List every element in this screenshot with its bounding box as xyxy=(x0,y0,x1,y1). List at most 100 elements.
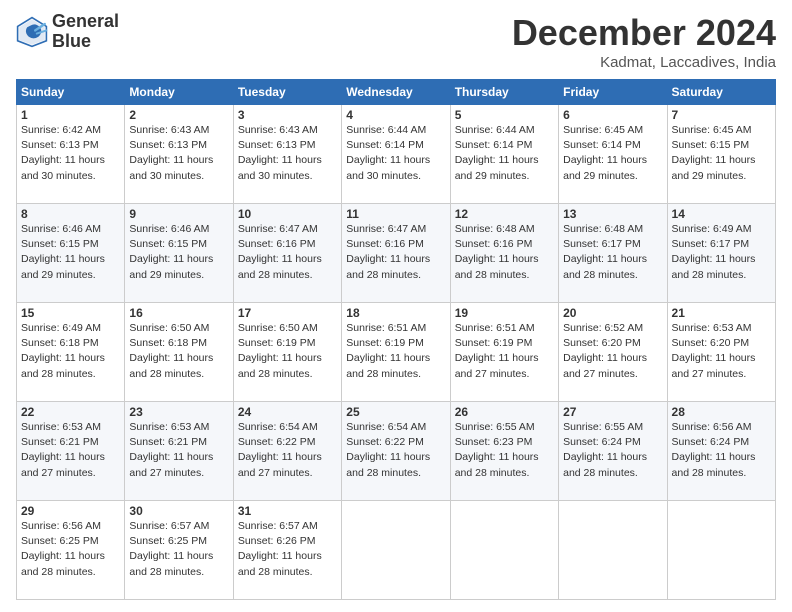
day-info: Sunrise: 6:55 AMSunset: 6:23 PMDaylight:… xyxy=(455,420,554,481)
day-info: Sunrise: 6:53 AMSunset: 6:21 PMDaylight:… xyxy=(129,420,228,481)
day-info: Sunrise: 6:48 AMSunset: 6:17 PMDaylight:… xyxy=(563,222,662,283)
calendar-cell xyxy=(342,501,450,600)
day-number: 31 xyxy=(238,504,337,518)
day-info: Sunrise: 6:47 AMSunset: 6:16 PMDaylight:… xyxy=(238,222,337,283)
day-info: Sunrise: 6:45 AMSunset: 6:15 PMDaylight:… xyxy=(672,123,771,184)
calendar-cell: 27Sunrise: 6:55 AMSunset: 6:24 PMDayligh… xyxy=(559,402,667,501)
day-info: Sunrise: 6:45 AMSunset: 6:14 PMDaylight:… xyxy=(563,123,662,184)
title-block: December 2024 Kadmat, Laccadives, India xyxy=(512,12,776,71)
logo-icon xyxy=(16,16,48,48)
day-number: 2 xyxy=(129,108,228,122)
day-number: 8 xyxy=(21,207,120,221)
calendar-cell: 9Sunrise: 6:46 AMSunset: 6:15 PMDaylight… xyxy=(125,204,233,303)
logo: General Blue xyxy=(16,12,119,52)
calendar-cell: 30Sunrise: 6:57 AMSunset: 6:25 PMDayligh… xyxy=(125,501,233,600)
day-number: 1 xyxy=(21,108,120,122)
day-number: 4 xyxy=(346,108,445,122)
day-info: Sunrise: 6:51 AMSunset: 6:19 PMDaylight:… xyxy=(455,321,554,382)
day-number: 12 xyxy=(455,207,554,221)
day-info: Sunrise: 6:47 AMSunset: 6:16 PMDaylight:… xyxy=(346,222,445,283)
day-number: 17 xyxy=(238,306,337,320)
day-info: Sunrise: 6:54 AMSunset: 6:22 PMDaylight:… xyxy=(346,420,445,481)
day-number: 19 xyxy=(455,306,554,320)
calendar-cell: 25Sunrise: 6:54 AMSunset: 6:22 PMDayligh… xyxy=(342,402,450,501)
day-number: 11 xyxy=(346,207,445,221)
day-info: Sunrise: 6:57 AMSunset: 6:25 PMDaylight:… xyxy=(129,519,228,580)
day-info: Sunrise: 6:43 AMSunset: 6:13 PMDaylight:… xyxy=(238,123,337,184)
day-info: Sunrise: 6:51 AMSunset: 6:19 PMDaylight:… xyxy=(346,321,445,382)
calendar-cell: 13Sunrise: 6:48 AMSunset: 6:17 PMDayligh… xyxy=(559,204,667,303)
calendar-day-header: Sunday xyxy=(17,80,125,105)
day-info: Sunrise: 6:49 AMSunset: 6:17 PMDaylight:… xyxy=(672,222,771,283)
day-number: 7 xyxy=(672,108,771,122)
calendar-cell: 3Sunrise: 6:43 AMSunset: 6:13 PMDaylight… xyxy=(233,105,341,204)
day-info: Sunrise: 6:55 AMSunset: 6:24 PMDaylight:… xyxy=(563,420,662,481)
day-number: 16 xyxy=(129,306,228,320)
day-number: 27 xyxy=(563,405,662,419)
calendar-cell: 4Sunrise: 6:44 AMSunset: 6:14 PMDaylight… xyxy=(342,105,450,204)
calendar-cell: 15Sunrise: 6:49 AMSunset: 6:18 PMDayligh… xyxy=(17,303,125,402)
calendar-cell xyxy=(667,501,775,600)
calendar-week-row: 1Sunrise: 6:42 AMSunset: 6:13 PMDaylight… xyxy=(17,105,776,204)
day-info: Sunrise: 6:50 AMSunset: 6:18 PMDaylight:… xyxy=(129,321,228,382)
day-number: 5 xyxy=(455,108,554,122)
calendar-cell: 11Sunrise: 6:47 AMSunset: 6:16 PMDayligh… xyxy=(342,204,450,303)
calendar-cell: 18Sunrise: 6:51 AMSunset: 6:19 PMDayligh… xyxy=(342,303,450,402)
day-info: Sunrise: 6:56 AMSunset: 6:24 PMDaylight:… xyxy=(672,420,771,481)
page: General Blue December 2024 Kadmat, Lacca… xyxy=(0,0,792,612)
calendar-day-header: Friday xyxy=(559,80,667,105)
calendar-week-row: 29Sunrise: 6:56 AMSunset: 6:25 PMDayligh… xyxy=(17,501,776,600)
month-title: December 2024 xyxy=(512,12,776,54)
calendar-day-header: Wednesday xyxy=(342,80,450,105)
calendar-cell: 21Sunrise: 6:53 AMSunset: 6:20 PMDayligh… xyxy=(667,303,775,402)
calendar-cell: 22Sunrise: 6:53 AMSunset: 6:21 PMDayligh… xyxy=(17,402,125,501)
calendar-cell: 28Sunrise: 6:56 AMSunset: 6:24 PMDayligh… xyxy=(667,402,775,501)
calendar-cell: 14Sunrise: 6:49 AMSunset: 6:17 PMDayligh… xyxy=(667,204,775,303)
day-number: 28 xyxy=(672,405,771,419)
calendar-cell: 31Sunrise: 6:57 AMSunset: 6:26 PMDayligh… xyxy=(233,501,341,600)
day-info: Sunrise: 6:53 AMSunset: 6:20 PMDaylight:… xyxy=(672,321,771,382)
day-number: 15 xyxy=(21,306,120,320)
day-number: 6 xyxy=(563,108,662,122)
day-info: Sunrise: 6:52 AMSunset: 6:20 PMDaylight:… xyxy=(563,321,662,382)
day-info: Sunrise: 6:54 AMSunset: 6:22 PMDaylight:… xyxy=(238,420,337,481)
calendar-cell: 20Sunrise: 6:52 AMSunset: 6:20 PMDayligh… xyxy=(559,303,667,402)
calendar-cell: 17Sunrise: 6:50 AMSunset: 6:19 PMDayligh… xyxy=(233,303,341,402)
day-info: Sunrise: 6:49 AMSunset: 6:18 PMDaylight:… xyxy=(21,321,120,382)
calendar-cell xyxy=(559,501,667,600)
calendar-cell xyxy=(450,501,558,600)
day-number: 3 xyxy=(238,108,337,122)
calendar-cell: 24Sunrise: 6:54 AMSunset: 6:22 PMDayligh… xyxy=(233,402,341,501)
calendar-week-row: 15Sunrise: 6:49 AMSunset: 6:18 PMDayligh… xyxy=(17,303,776,402)
day-number: 30 xyxy=(129,504,228,518)
day-number: 13 xyxy=(563,207,662,221)
logo-line2: Blue xyxy=(52,32,119,52)
calendar-day-header: Saturday xyxy=(667,80,775,105)
calendar-day-header: Monday xyxy=(125,80,233,105)
day-number: 9 xyxy=(129,207,228,221)
day-number: 25 xyxy=(346,405,445,419)
day-info: Sunrise: 6:44 AMSunset: 6:14 PMDaylight:… xyxy=(455,123,554,184)
calendar-cell: 16Sunrise: 6:50 AMSunset: 6:18 PMDayligh… xyxy=(125,303,233,402)
calendar-cell: 19Sunrise: 6:51 AMSunset: 6:19 PMDayligh… xyxy=(450,303,558,402)
day-number: 22 xyxy=(21,405,120,419)
day-info: Sunrise: 6:57 AMSunset: 6:26 PMDaylight:… xyxy=(238,519,337,580)
calendar-cell: 10Sunrise: 6:47 AMSunset: 6:16 PMDayligh… xyxy=(233,204,341,303)
day-info: Sunrise: 6:46 AMSunset: 6:15 PMDaylight:… xyxy=(21,222,120,283)
day-number: 23 xyxy=(129,405,228,419)
calendar-day-header: Tuesday xyxy=(233,80,341,105)
day-info: Sunrise: 6:46 AMSunset: 6:15 PMDaylight:… xyxy=(129,222,228,283)
day-info: Sunrise: 6:48 AMSunset: 6:16 PMDaylight:… xyxy=(455,222,554,283)
day-number: 18 xyxy=(346,306,445,320)
day-info: Sunrise: 6:56 AMSunset: 6:25 PMDaylight:… xyxy=(21,519,120,580)
calendar-cell: 6Sunrise: 6:45 AMSunset: 6:14 PMDaylight… xyxy=(559,105,667,204)
day-number: 29 xyxy=(21,504,120,518)
day-number: 10 xyxy=(238,207,337,221)
day-number: 20 xyxy=(563,306,662,320)
calendar-header-row: SundayMondayTuesdayWednesdayThursdayFrid… xyxy=(17,80,776,105)
calendar-cell: 5Sunrise: 6:44 AMSunset: 6:14 PMDaylight… xyxy=(450,105,558,204)
calendar-cell: 2Sunrise: 6:43 AMSunset: 6:13 PMDaylight… xyxy=(125,105,233,204)
day-number: 26 xyxy=(455,405,554,419)
day-number: 24 xyxy=(238,405,337,419)
day-info: Sunrise: 6:50 AMSunset: 6:19 PMDaylight:… xyxy=(238,321,337,382)
